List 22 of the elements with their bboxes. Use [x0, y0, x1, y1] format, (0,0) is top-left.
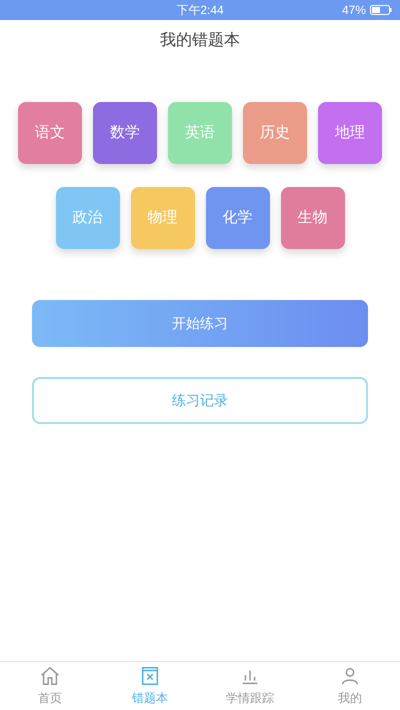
practice-record-button[interactable]: 练习记录	[32, 377, 368, 424]
subject-tile[interactable]: 化学	[206, 187, 270, 249]
subject-tile[interactable]: 数学	[93, 102, 157, 164]
tab-item[interactable]: 我的	[300, 662, 400, 710]
subject-tile[interactable]: 地理	[318, 102, 382, 164]
page-title: 我的错题本	[160, 30, 240, 51]
home-icon	[39, 665, 61, 687]
start-practice-button[interactable]: 开始练习	[32, 300, 368, 347]
subject-tile[interactable]: 政治	[56, 187, 120, 249]
document-icon	[139, 665, 161, 687]
subject-tile[interactable]: 语文	[18, 102, 82, 164]
tab-item[interactable]: 错题本	[100, 662, 200, 710]
tab-item[interactable]: 首页	[0, 662, 100, 710]
battery-percent: 47%	[342, 2, 366, 19]
subject-tile[interactable]: 历史	[243, 102, 307, 164]
status-time: 下午2:44	[176, 2, 224, 19]
battery-icon	[370, 5, 392, 15]
subject-tile[interactable]: 英语	[168, 102, 232, 164]
tab-item[interactable]: 学情跟踪	[200, 662, 300, 710]
subject-tile[interactable]: 生物	[280, 187, 344, 249]
person-icon	[339, 665, 361, 687]
subject-tile[interactable]: 物理	[130, 187, 194, 249]
